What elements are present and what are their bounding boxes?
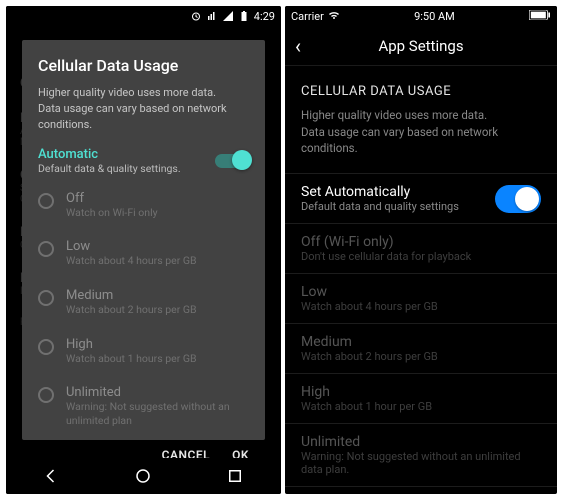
alarm-icon bbox=[190, 10, 202, 22]
back-chevron-icon[interactable]: ‹ bbox=[295, 34, 301, 58]
option-off-wifi[interactable]: Off (Wi-Fi only) Don't use cellular data… bbox=[285, 223, 557, 273]
option-off[interactable]: Off Watch on Wi-Fi only bbox=[38, 185, 249, 234]
modal-title: Cellular Data Usage bbox=[38, 56, 249, 75]
battery-icon bbox=[238, 10, 250, 22]
option-low[interactable]: Low Watch about 4 hours per GB bbox=[285, 273, 557, 323]
android-phone: 4:29 ← NETFLIX C NAN QSC BC EIf Player T… bbox=[6, 6, 281, 494]
option-medium[interactable]: Medium Watch about 2 hours per GB bbox=[38, 282, 249, 331]
set-automatically-toggle[interactable] bbox=[495, 185, 541, 213]
battery-icon bbox=[529, 10, 551, 23]
automatic-row[interactable]: Automatic Default data & quality setting… bbox=[38, 147, 249, 175]
ios-clock: 9:50 AM bbox=[414, 10, 455, 23]
nav-back-icon[interactable] bbox=[43, 467, 61, 485]
options-list: Off Watch on Wi-Fi only Low Watch about … bbox=[38, 185, 249, 442]
automatic-label: Automatic bbox=[38, 147, 181, 162]
android-status-bar: 4:29 bbox=[6, 6, 281, 26]
ios-status-bar: Carrier 9:50 AM bbox=[285, 6, 557, 26]
nav-recent-icon[interactable] bbox=[226, 467, 244, 485]
ios-phone: Carrier 9:50 AM ‹ App Settings CELLULAR … bbox=[285, 6, 557, 494]
wifi-icon bbox=[328, 10, 340, 23]
section-description: Higher quality video uses more data. Dat… bbox=[285, 107, 557, 173]
carrier-label: Carrier bbox=[291, 10, 324, 23]
set-automatically-sub: Default data and quality settings bbox=[301, 200, 459, 213]
ios-nav-header: ‹ App Settings bbox=[285, 26, 557, 66]
set-automatically-row[interactable]: Set Automatically Default data and quali… bbox=[285, 173, 557, 223]
automatic-sub: Default data & quality settings. bbox=[38, 162, 181, 175]
android-nav-bar bbox=[6, 458, 281, 494]
automatic-toggle[interactable] bbox=[215, 154, 249, 168]
option-high[interactable]: High Watch about 1 hours per GB bbox=[38, 331, 249, 380]
option-unlimited[interactable]: Unlimited Warning: Not suggested without… bbox=[285, 423, 557, 487]
option-unlimited[interactable]: Unlimited Warning: Not suggested without… bbox=[38, 379, 249, 441]
option-high[interactable]: High Watch about 1 hour per GB bbox=[285, 373, 557, 423]
option-medium[interactable]: Medium Watch about 2 hours per GB bbox=[285, 323, 557, 373]
signal-icon bbox=[222, 10, 234, 22]
radio-icon bbox=[38, 387, 54, 403]
set-automatically-label: Set Automatically bbox=[301, 184, 459, 200]
network-icon bbox=[206, 10, 218, 22]
radio-icon bbox=[38, 193, 54, 209]
android-clock: 4:29 bbox=[254, 10, 275, 23]
nav-home-icon[interactable] bbox=[134, 467, 152, 485]
radio-icon bbox=[38, 290, 54, 306]
page-title: App Settings bbox=[378, 37, 463, 55]
modal-description: Higher quality video uses more data. Dat… bbox=[38, 85, 249, 133]
cellular-data-usage-modal: Cellular Data Usage Higher quality video… bbox=[22, 40, 265, 440]
radio-icon bbox=[38, 241, 54, 257]
section-header: CELLULAR DATA USAGE bbox=[285, 66, 557, 107]
option-low[interactable]: Low Watch about 4 hours per GB bbox=[38, 233, 249, 282]
radio-icon bbox=[38, 339, 54, 355]
